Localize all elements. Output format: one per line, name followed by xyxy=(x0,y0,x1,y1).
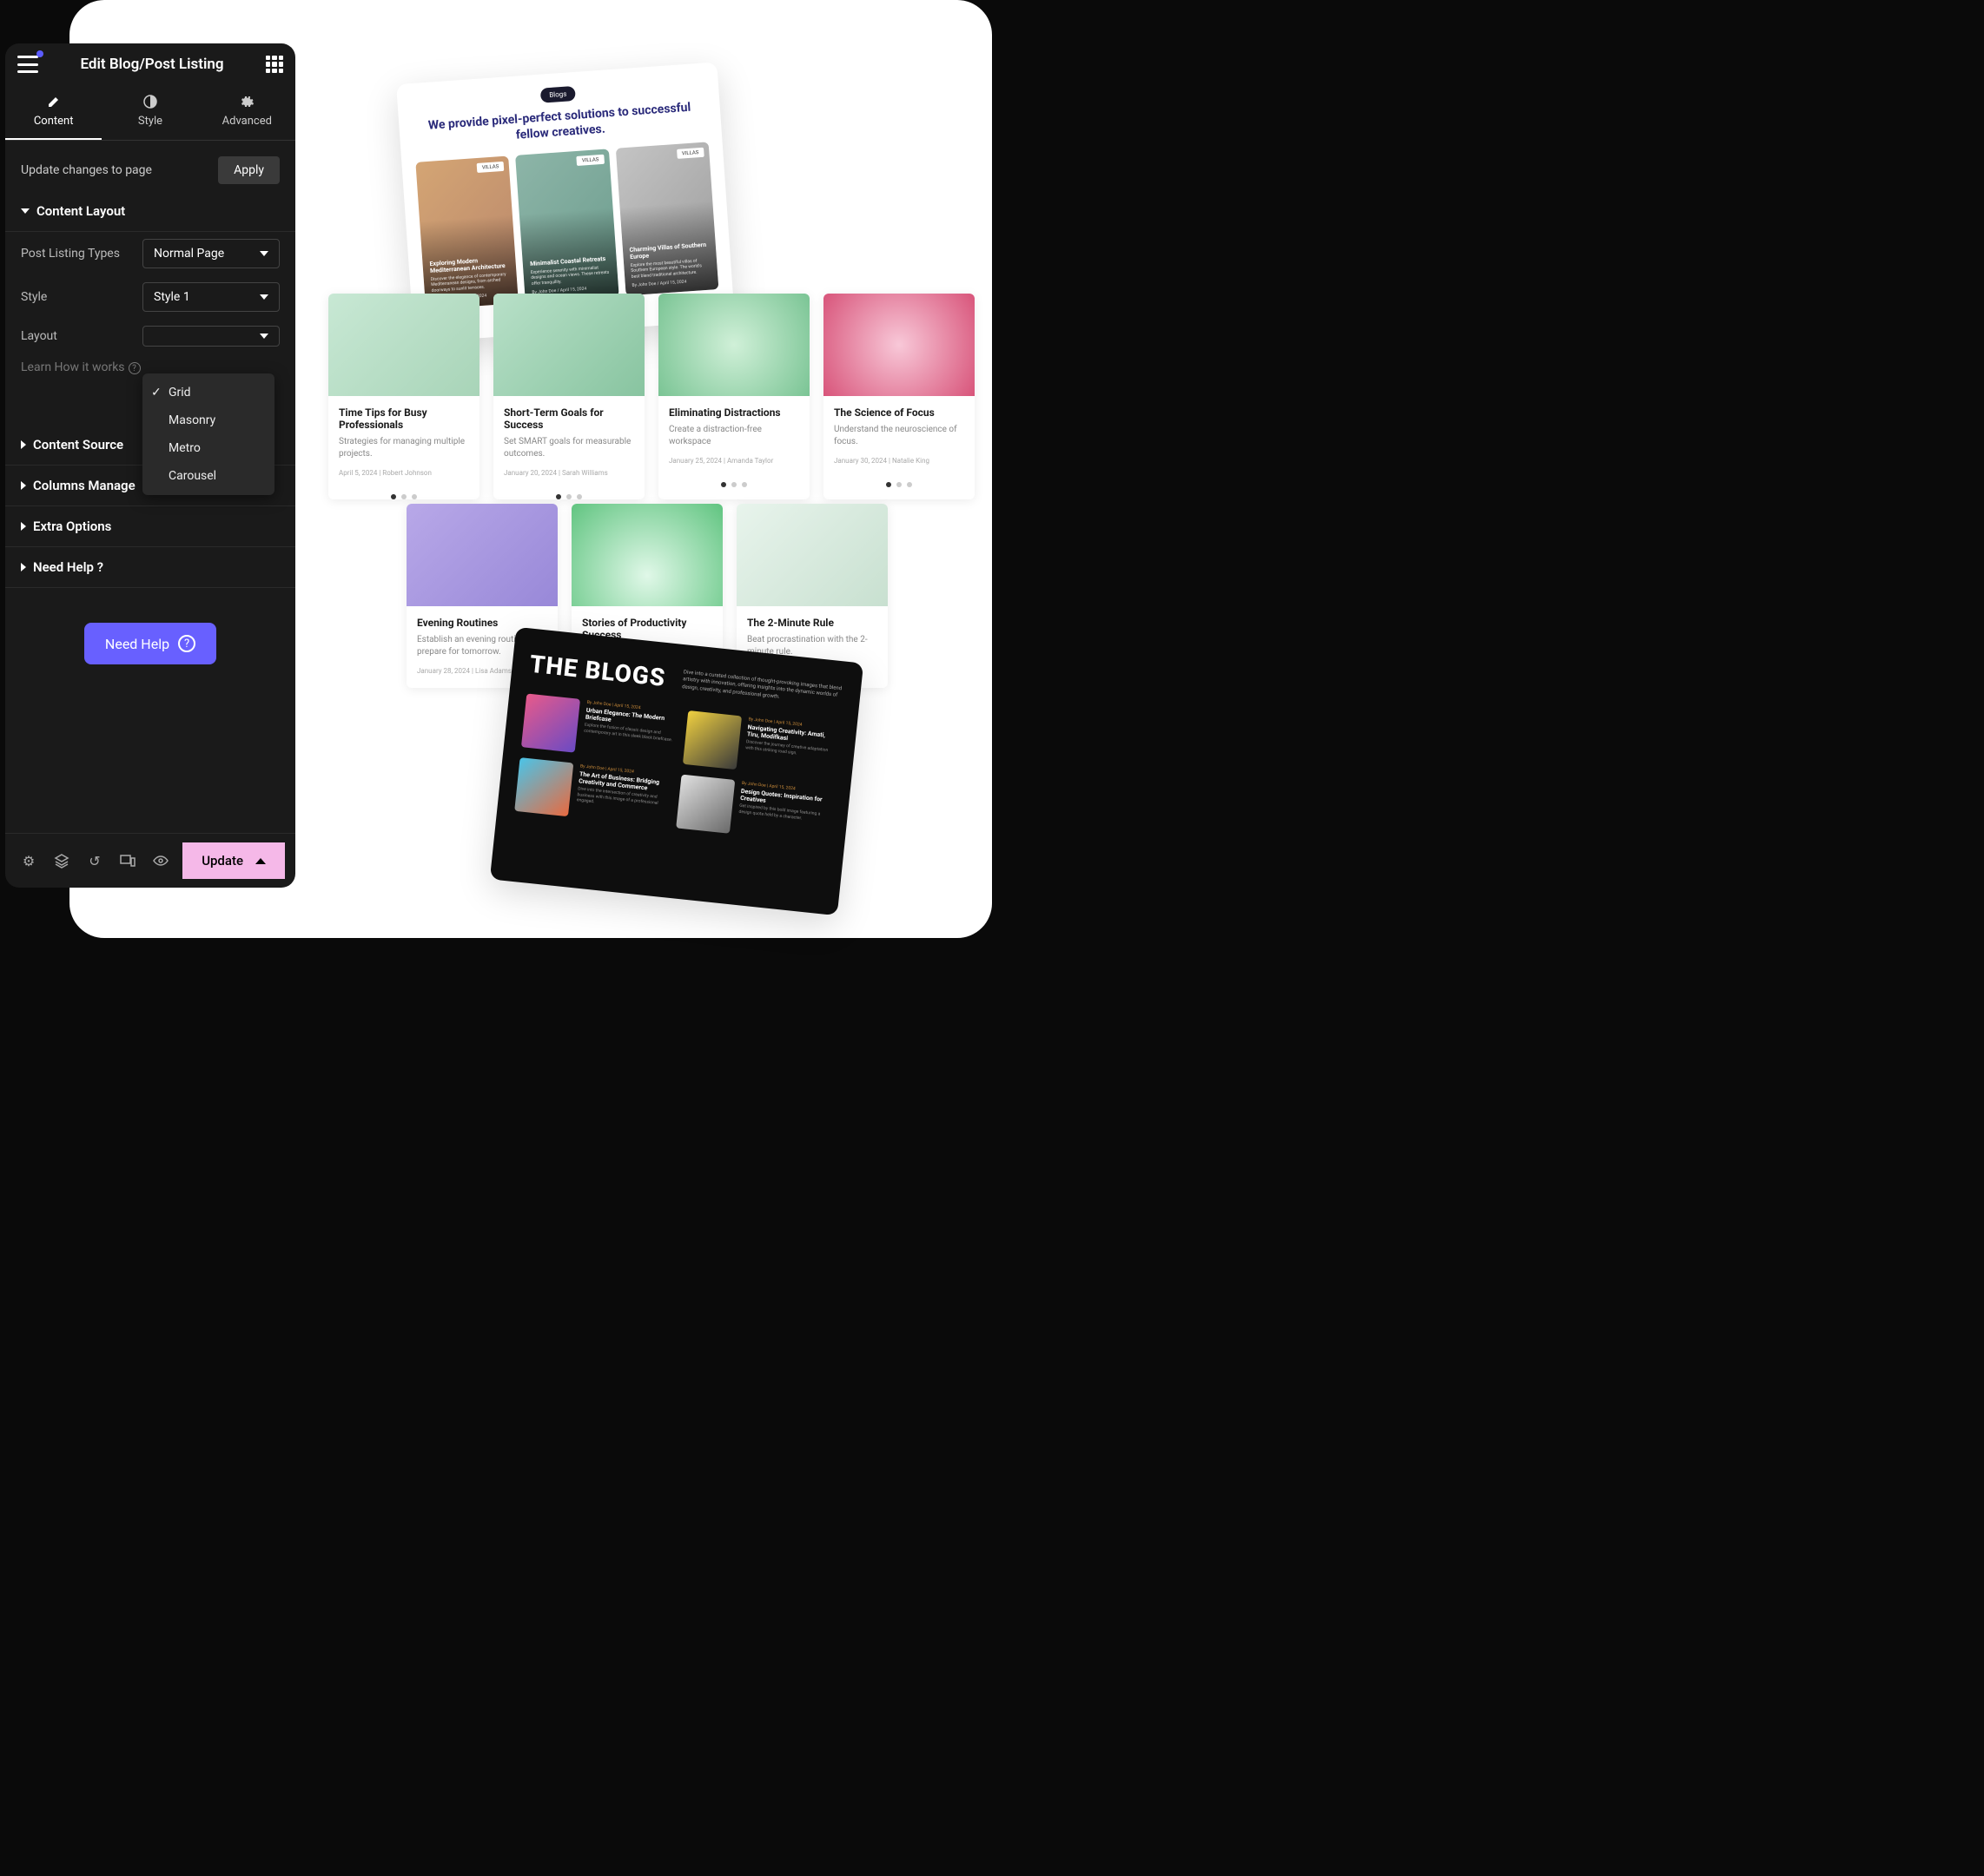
field-label: Post Listing Types xyxy=(21,247,134,261)
pagination-dots xyxy=(328,494,479,499)
villa-card: VILLAS Minimalist Coastal Retreats Exper… xyxy=(515,149,618,303)
blog-card: The Science of FocusUnderstand the neuro… xyxy=(823,294,975,499)
villa-card: VILLAS Charming Villas of Southern Europ… xyxy=(615,142,718,296)
section-need-help[interactable]: Need Help ? xyxy=(5,547,295,588)
preview-card-dark: THE BLOGS Dive into a curated collection… xyxy=(490,627,863,915)
dark-item: By John Doe | April 15, 2024Design Quote… xyxy=(676,775,833,844)
bottom-bar: ⚙ ↺ Update xyxy=(5,833,295,888)
help-icon: ? xyxy=(178,635,195,652)
collapse-icon xyxy=(21,208,30,214)
section-extra-options[interactable]: Extra Options xyxy=(5,506,295,547)
update-label: Update changes to page xyxy=(21,163,152,177)
layout-select[interactable] xyxy=(142,326,280,347)
blog-image xyxy=(737,504,888,606)
history-icon[interactable]: ↺ xyxy=(82,848,108,874)
responsive-icon[interactable] xyxy=(115,848,141,874)
preview-heading: We provide pixel-perfect solutions to su… xyxy=(413,98,708,150)
dropdown-option-carousel[interactable]: Carousel xyxy=(142,462,274,490)
blog-card: Short-Term Goals for SuccessSet SMART go… xyxy=(493,294,645,499)
menu-icon[interactable] xyxy=(17,56,38,73)
layout-dropdown: Grid Masonry Metro Carousel xyxy=(142,373,274,495)
expand-icon xyxy=(21,440,26,449)
blog-card: Eliminating DistractionsCreate a distrac… xyxy=(658,294,810,499)
chevron-down-icon xyxy=(260,334,268,339)
dark-title: THE BLOGS xyxy=(528,650,667,692)
panel-title: Edit Blog/Post Listing xyxy=(38,56,266,73)
pagination-dots xyxy=(658,482,810,487)
dropdown-option-masonry[interactable]: Masonry xyxy=(142,406,274,434)
blog-image xyxy=(658,294,810,396)
chevron-down-icon xyxy=(260,294,268,300)
dropdown-option-metro[interactable]: Metro xyxy=(142,434,274,462)
eye-icon[interactable] xyxy=(148,848,174,874)
apply-button[interactable]: Apply xyxy=(218,156,280,184)
need-help-button[interactable]: Need Help? xyxy=(84,623,216,664)
villa-card: VILLAS Exploring Modern Mediterranean Ar… xyxy=(415,156,519,310)
dark-item: By John Doe | April 15, 2024The Art of B… xyxy=(514,757,671,827)
apps-icon[interactable] xyxy=(266,56,283,73)
dark-item: By John Doe | April 15, 2024Urban Elegan… xyxy=(521,693,678,763)
pencil-icon xyxy=(46,94,62,109)
blog-image xyxy=(493,294,645,396)
expand-icon xyxy=(21,563,26,571)
blog-image xyxy=(328,294,479,396)
blogs-badge: Blogs xyxy=(540,86,576,103)
chevron-down-icon xyxy=(260,251,268,256)
blog-image xyxy=(407,504,558,606)
dark-item: By John Doe | April 15, 2024Navigating C… xyxy=(683,710,840,780)
blog-card: Time Tips for Busy ProfessionalsStrategi… xyxy=(328,294,479,499)
blog-image xyxy=(823,294,975,396)
blog-grid-row: Time Tips for Busy ProfessionalsStrategi… xyxy=(328,294,975,499)
expand-icon xyxy=(21,481,26,490)
expand-icon xyxy=(21,522,26,531)
editor-panel: Edit Blog/Post Listing Content Style Adv… xyxy=(5,43,295,888)
pagination-dots xyxy=(823,482,975,487)
gear-icon xyxy=(239,94,255,109)
section-content-layout[interactable]: Content Layout xyxy=(5,191,295,232)
pagination-dots xyxy=(493,494,645,499)
update-button[interactable]: Update xyxy=(182,842,285,879)
tab-style[interactable]: Style xyxy=(102,85,198,140)
post-listing-select[interactable]: Normal Page xyxy=(142,239,280,268)
settings-icon[interactable]: ⚙ xyxy=(16,848,42,874)
tabs: Content Style Advanced xyxy=(5,85,295,141)
chevron-up-icon xyxy=(255,858,266,864)
blog-image xyxy=(572,504,723,606)
style-select[interactable]: Style 1 xyxy=(142,282,280,312)
field-label: Layout xyxy=(21,329,134,343)
contrast-icon xyxy=(142,94,158,109)
tab-advanced[interactable]: Advanced xyxy=(199,85,295,140)
help-icon: ? xyxy=(129,362,141,374)
tab-content[interactable]: Content xyxy=(5,85,102,140)
dropdown-option-grid[interactable]: Grid xyxy=(142,379,274,406)
field-label: Style xyxy=(21,290,134,304)
layers-icon[interactable] xyxy=(49,848,75,874)
